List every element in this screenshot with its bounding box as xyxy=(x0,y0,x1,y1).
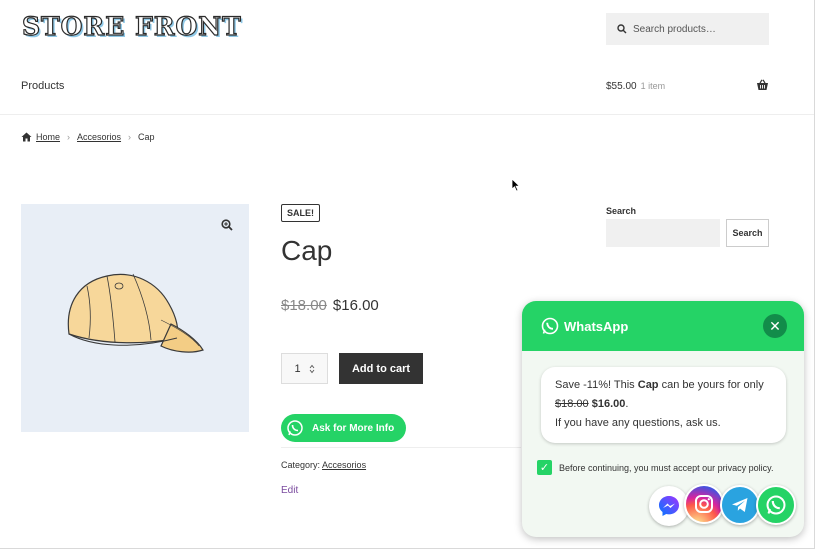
close-icon[interactable]: ✕ xyxy=(763,314,787,338)
mouse-cursor-icon xyxy=(511,178,521,192)
old-price: $18.00 xyxy=(281,297,327,314)
ask-button-label: Ask for More Info xyxy=(312,422,395,434)
product-category: Category: Accesorios xyxy=(281,460,366,470)
consent-checkbox[interactable]: ✓ xyxy=(537,460,552,475)
cart-count: 1 item xyxy=(640,81,666,91)
whatsapp-message-bubble: Save -11%! This Cap can be yours for onl… xyxy=(541,367,786,443)
message-new-price: $16.00 xyxy=(591,398,626,410)
message-old-price: $18.00 xyxy=(555,398,589,410)
quantity-value: 1 xyxy=(294,362,301,375)
page: STORE FRONT Search products… Products $5… xyxy=(0,0,815,549)
basket-icon[interactable] xyxy=(756,79,769,91)
add-to-cart-button[interactable]: Add to cart xyxy=(339,353,423,384)
sidebar-search-button[interactable]: Search xyxy=(726,219,769,247)
breadcrumb-separator: › xyxy=(67,132,71,142)
message-prefix: Save -11%! This xyxy=(555,379,635,391)
nav-products-link[interactable]: Products xyxy=(21,80,64,92)
message-suffix: can be yours for only xyxy=(661,379,764,391)
home-icon[interactable] xyxy=(21,132,32,142)
product-title: Cap xyxy=(281,235,333,266)
whatsapp-share-icon[interactable] xyxy=(756,485,796,525)
cart-total: $55.00 xyxy=(606,81,637,92)
search-products-input[interactable]: Search products… xyxy=(606,13,769,45)
messenger-icon[interactable] xyxy=(649,486,689,526)
breadcrumb-current: Cap xyxy=(138,132,155,142)
ask-for-more-info-button[interactable]: Ask for More Info xyxy=(281,414,406,442)
telegram-icon[interactable] xyxy=(720,485,760,525)
category-link[interactable]: Accesorios xyxy=(322,460,366,470)
sidebar-search-label: Search xyxy=(606,206,637,216)
telegram-glyph xyxy=(732,498,748,512)
breadcrumb-category[interactable]: Accesorios xyxy=(77,132,121,142)
message-line-3: If you have any questions, ask us. xyxy=(555,417,721,429)
consent-label: Before continuing, you must accept our p… xyxy=(559,462,774,473)
breadcrumb-home[interactable]: Home xyxy=(36,132,60,142)
message-product: Cap xyxy=(637,379,659,391)
edit-link[interactable]: Edit xyxy=(281,485,298,496)
instagram-glyph xyxy=(695,495,713,513)
sale-badge: SALE! xyxy=(281,204,320,222)
messenger-glyph xyxy=(659,496,679,516)
message-line-1: Save -11%! This Cap can be yours for onl… xyxy=(555,376,772,395)
cap-illustration xyxy=(67,273,204,353)
product-image[interactable] xyxy=(21,204,249,432)
cart-summary[interactable]: $55.00 1 item xyxy=(606,81,665,92)
category-label: Category: xyxy=(281,460,321,470)
privacy-consent[interactable]: ✓ Before continuing, you must accept our… xyxy=(537,460,773,475)
product-price: $18.00 $16.00 xyxy=(281,297,379,314)
site-logo[interactable]: STORE FRONT xyxy=(21,11,242,41)
zoom-icon[interactable] xyxy=(221,219,233,231)
whatsapp-chat-panel: WhatsApp ✕ Save -11%! This Cap can be yo… xyxy=(522,301,804,537)
search-icon xyxy=(617,24,627,34)
sale-price: $16.00 xyxy=(332,297,379,314)
quantity-stepper[interactable]: 1 xyxy=(281,353,328,384)
search-placeholder: Search products… xyxy=(633,23,716,35)
message-line-2: $18.00 $16.00. xyxy=(555,398,629,410)
sidebar-search-input[interactable] xyxy=(606,219,720,247)
whatsapp-icon xyxy=(287,420,303,436)
meta-divider xyxy=(281,447,521,448)
whatsapp-glyph xyxy=(766,495,786,515)
whatsapp-logo-icon xyxy=(541,317,559,335)
header-divider xyxy=(0,114,814,115)
instagram-icon[interactable] xyxy=(684,484,724,524)
breadcrumb-separator: › xyxy=(128,132,132,142)
breadcrumb: Home › Accesorios › Cap xyxy=(21,132,155,142)
whatsapp-panel-header: WhatsApp xyxy=(522,301,804,351)
stepper-arrows-icon[interactable] xyxy=(309,364,315,374)
whatsapp-panel-title: WhatsApp xyxy=(564,318,629,334)
